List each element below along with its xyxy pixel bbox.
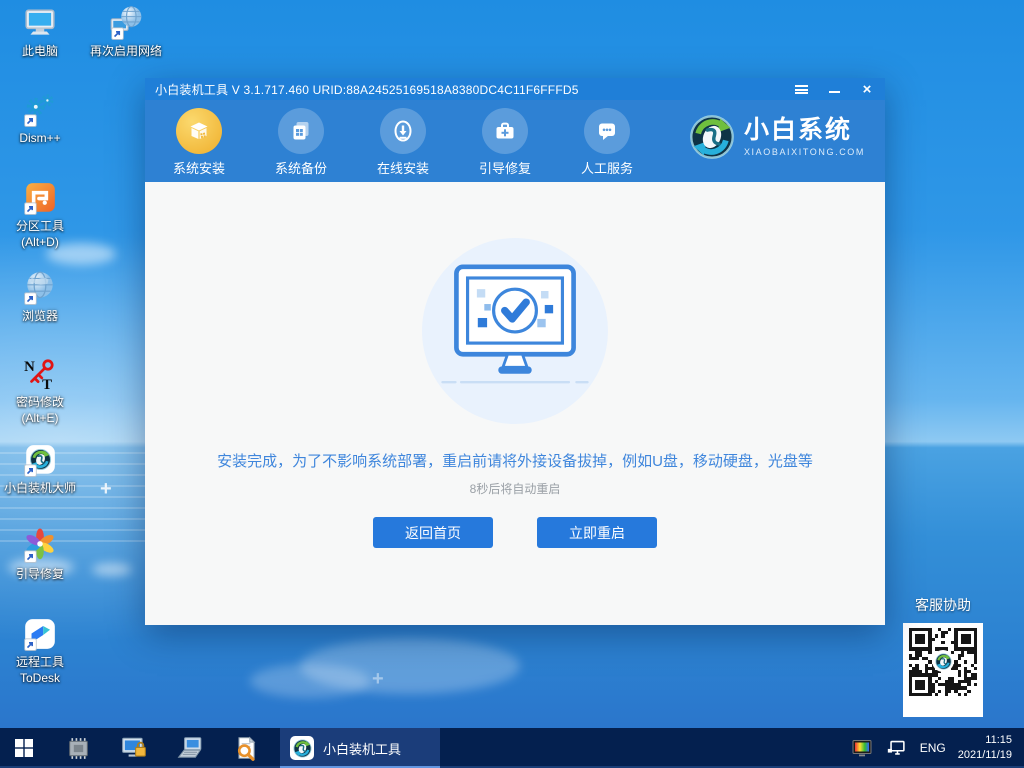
tab-label: 引导修复 [479, 158, 531, 177]
brand-logo: 小白系统 XIAOBAIXITONG.COM [689, 108, 865, 160]
window-menu-button[interactable] [793, 82, 809, 96]
svg-text:N: N [24, 359, 35, 375]
repair-kit-icon [482, 108, 528, 154]
pinwheel-icon [22, 528, 58, 564]
tab-label: 在线安装 [377, 158, 429, 177]
minimize-icon [829, 91, 840, 93]
svg-text:T: T [42, 377, 52, 392]
desktop-icon-label2: ToDesk [20, 671, 60, 685]
windows-logo-icon [15, 739, 33, 757]
desktop-icon-partition-tool[interactable]: 分区工具 (Alt+D) [2, 180, 78, 250]
desktop-icon-label: Dism++ [19, 131, 60, 147]
cloud [250, 664, 370, 698]
taskbar-task-xiaobai[interactable]: 小白装机工具 [280, 728, 440, 768]
xiaobai-task-icon [290, 736, 314, 760]
support-qr-box [903, 623, 983, 717]
desktop-icon-enable-network[interactable]: 再次启用网络 [76, 5, 176, 60]
desktop-icon-label: 密码修改 [16, 395, 64, 409]
desktop-icon-label2: (Alt+D) [21, 235, 59, 249]
network-tray-icon[interactable] [886, 737, 908, 759]
desktop-icon-label: 分区工具 [16, 219, 64, 233]
auto-restart-countdown: 8秒后将自动重启 [470, 480, 561, 497]
monitor-check-icon [422, 258, 608, 404]
tab-boot-repair[interactable]: 引导修复 [469, 108, 541, 177]
sparkle: + [100, 478, 112, 501]
desktop-icon-xiaobai-master[interactable]: 小白装机大师 [2, 442, 78, 497]
desktop-icon-label: 引导修复 [16, 567, 64, 583]
xiaobai-logo-icon [22, 442, 58, 478]
taskbar-item-osk-tool[interactable] [170, 728, 210, 768]
taskbar: 小白装机工具 ENG 11:15 2021/11/19 [0, 728, 1024, 768]
window-close-button[interactable]: × [859, 82, 875, 96]
support-qr-panel: 客服协助 [903, 595, 983, 717]
window-content: 安装完成，为了不影响系统部署，重启前请将外接设备拔掉，例如U盘，移动硬盘，光盘等… [145, 182, 885, 625]
search-document-icon [232, 734, 260, 762]
browser-globe-icon [22, 270, 58, 306]
taskbar-item-chip-tool[interactable] [58, 728, 98, 768]
desktop-icon-todesk[interactable]: 远程工具 ToDesk [2, 616, 78, 686]
tray-time: 11:15 [958, 733, 1012, 748]
language-indicator[interactable]: ENG [920, 741, 946, 755]
desktop-icon-label: 浏览器 [22, 309, 58, 325]
window-titlebar[interactable]: 小白装机工具 V 3.1.717.460 URID:88A24525169518… [145, 78, 885, 100]
return-home-button[interactable]: 返回首页 [373, 517, 493, 548]
support-qr-label: 客服协助 [903, 595, 983, 615]
xiaobai-brand-icon [689, 114, 735, 160]
partition-tool-icon [22, 180, 58, 216]
tab-system-backup[interactable]: 系统备份 [265, 108, 337, 177]
keyboard-monitor-icon [176, 734, 204, 762]
tab-label: 人工服务 [581, 158, 633, 177]
desktop-icon-label: 再次启用网络 [90, 44, 162, 60]
sparkle: + [372, 668, 384, 691]
desktop-icon-browser[interactable]: 浏览器 [2, 270, 78, 325]
cpu-chip-icon [65, 735, 92, 762]
close-icon: × [863, 82, 872, 97]
desktop-icon-label: 此电脑 [22, 44, 58, 60]
nt-password-key-icon: N T [22, 356, 58, 392]
todesk-icon [22, 616, 58, 652]
tab-customer-service[interactable]: 人工服务 [571, 108, 643, 177]
desktop-icon-label: 小白装机大师 [4, 481, 76, 497]
display-color-tray-icon[interactable] [850, 736, 874, 760]
menu-icon [795, 85, 808, 94]
tab-label: 系统安装 [173, 158, 225, 177]
desktop-icon-label2: (Alt+E) [21, 411, 58, 425]
window-nav: 系统安装 系统备份 在线安装 [145, 100, 885, 182]
brand-name: 小白系统 [744, 117, 865, 145]
qr-center-logo [932, 650, 954, 672]
chat-bubble-icon [584, 108, 630, 154]
completion-message: 安装完成，为了不影响系统部署，重启前请将外接设备拔掉，例如U盘，移动硬盘，光盘等 [217, 450, 813, 471]
taskbar-clock[interactable]: 11:15 2021/11/19 [958, 733, 1012, 763]
tab-label: 系统备份 [275, 158, 327, 177]
tab-online-install[interactable]: 在线安装 [367, 108, 439, 177]
tray-date: 2021/11/19 [958, 748, 1012, 763]
desktop-icon-password-reset[interactable]: N T 密码修改 (Alt+E) [2, 356, 78, 426]
desktop-icon-this-pc[interactable]: 此电脑 [2, 5, 78, 60]
install-box-icon [176, 108, 222, 154]
tab-system-install[interactable]: 系统安装 [163, 108, 235, 177]
network-globe-icon [108, 5, 144, 41]
taskbar-item-lock-screen-tool[interactable] [114, 728, 154, 768]
brand-url: XIAOBAIXITONG.COM [744, 147, 865, 157]
download-icon [380, 108, 426, 154]
window-minimize-button[interactable] [826, 82, 842, 96]
monitor-lock-icon [120, 734, 148, 762]
desktop-icon-label: 远程工具 [16, 655, 64, 669]
window-title: 小白装机工具 V 3.1.717.460 URID:88A24525169518… [155, 81, 579, 98]
backup-icon [278, 108, 324, 154]
this-pc-icon [22, 5, 58, 41]
cloud [92, 563, 132, 576]
install-complete-illustration [422, 238, 608, 424]
restart-now-button[interactable]: 立即重启 [537, 517, 657, 548]
task-label: 小白装机工具 [323, 739, 401, 758]
desktop-icon-dism[interactable]: Dism++ [2, 92, 78, 147]
xiaobai-installer-window: 小白装机工具 V 3.1.717.460 URID:88A24525169518… [145, 78, 885, 625]
taskbar-item-search-tool[interactable] [226, 728, 266, 768]
gears-icon [22, 92, 58, 128]
desktop-icon-boot-repair[interactable]: 引导修复 [2, 528, 78, 583]
start-button[interactable] [0, 728, 48, 768]
system-tray: ENG 11:15 2021/11/19 [850, 728, 1024, 768]
